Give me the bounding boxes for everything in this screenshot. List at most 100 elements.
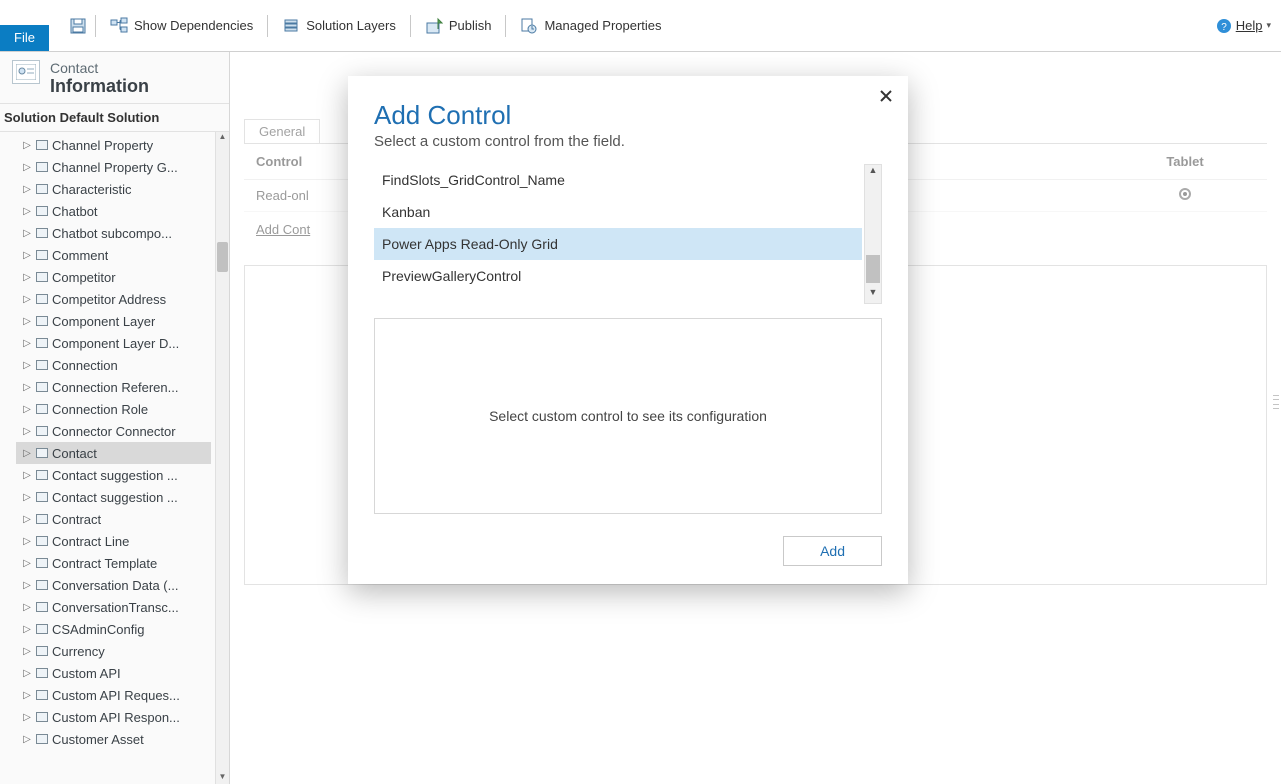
entity-icon [36,580,48,590]
expand-icon[interactable]: ▷ [22,206,32,217]
main-toolbar: File Show Dependencies Solution Layers P… [0,0,1281,52]
list-scroll-thumb[interactable] [866,255,880,283]
expand-icon[interactable]: ▷ [22,558,32,569]
control-list-item[interactable]: PreviewGalleryControl [374,260,862,292]
entity-icon [36,360,48,370]
navigation-panel: Contact Information Solution Default Sol… [0,52,230,784]
expand-icon[interactable]: ▷ [22,426,32,437]
expand-icon[interactable]: ▷ [22,184,32,195]
tree-item[interactable]: ▷Characteristic [16,178,211,200]
close-button[interactable] [874,84,898,108]
control-list-item[interactable]: Power Apps Read-Only Grid [374,228,862,260]
tree-item[interactable]: ▷Conversation Data (... [16,574,211,596]
tree-item[interactable]: ▷Competitor Address [16,288,211,310]
tree-item[interactable]: ▷Contract Template [16,552,211,574]
file-menu-button[interactable]: File [0,25,49,51]
tree-item[interactable]: ▷Chatbot subcompo... [16,222,211,244]
expand-icon[interactable]: ▷ [22,602,32,613]
tree-item-label: Connection [52,358,118,373]
show-dependencies-button[interactable]: Show Dependencies [104,13,259,39]
entity-icon [36,162,48,172]
tree-item[interactable]: ▷Connection Referen... [16,376,211,398]
chevron-down-icon: ▾ [1266,20,1271,31]
tree-item[interactable]: ▷Connection Role [16,398,211,420]
tree-scrollbar[interactable]: ▲ ▼ [215,132,229,784]
tree-item-label: ConversationTransc... [52,600,179,615]
tree-item[interactable]: ▷Channel Property G... [16,156,211,178]
expand-icon[interactable]: ▷ [22,162,32,173]
tree-item[interactable]: ▷Connector Connector [16,420,211,442]
entity-icon [36,404,48,414]
managed-properties-label: Managed Properties [544,18,661,33]
tree-item[interactable]: ▷Competitor [16,266,211,288]
tree-item[interactable]: ▷ Contract [16,508,211,530]
expand-icon[interactable]: ▷ [22,316,32,327]
expand-icon[interactable]: ▷ [22,272,32,283]
control-list-item[interactable]: Kanban [374,196,862,228]
tree-item[interactable]: ▷ Currency [16,640,211,662]
managed-properties-button[interactable]: Managed Properties [514,13,667,39]
list-scroll-up-icon[interactable]: ▲ [865,165,881,181]
expand-icon[interactable]: ▷ [22,470,32,481]
tree-item[interactable]: ▷ ConversationTransc... [16,596,211,618]
tree-item-label: Contract [52,512,101,527]
entity-icon [36,558,48,568]
tree-item[interactable]: ▷CSAdminConfig [16,618,211,640]
expand-icon[interactable]: ▷ [22,624,32,635]
expand-icon[interactable]: ▷ [22,228,32,239]
tree-item-label: Custom API [52,666,121,681]
tree-item[interactable]: ▷ Connection [16,354,211,376]
scroll-down-icon[interactable]: ▼ [216,772,229,784]
tree-item[interactable]: ▷Custom API Reques... [16,684,211,706]
expand-icon[interactable]: ▷ [22,140,32,151]
control-list-item[interactable]: FindSlots_GridControl_Name [374,164,862,196]
tree-item[interactable]: ▷Custom API Respon... [16,706,211,728]
expand-icon[interactable]: ▷ [22,668,32,679]
solution-layers-button[interactable]: Solution Layers [276,13,402,39]
tree-item-label: Currency [52,644,105,659]
tree-item[interactable]: ▷ Channel Property [16,134,211,156]
publish-button[interactable]: Publish [419,13,498,39]
form-name: Information [50,76,149,97]
expand-icon[interactable]: ▷ [22,382,32,393]
expand-icon[interactable]: ▷ [22,580,32,591]
tree-item[interactable]: ▷ Comment [16,244,211,266]
entity-icon [36,470,48,480]
expand-icon[interactable]: ▷ [22,690,32,701]
expand-icon[interactable]: ▷ [22,360,32,371]
tree-item[interactable]: ▷Contract Line [16,530,211,552]
expand-icon[interactable]: ▷ [22,338,32,349]
list-scroll-down-icon[interactable]: ▼ [865,287,881,303]
expand-icon[interactable]: ▷ [22,734,32,745]
tree-item-label: Comment [52,248,108,263]
tree-item-label: Channel Property [52,138,153,153]
tree-item[interactable]: ▷Component Layer [16,310,211,332]
expand-icon[interactable]: ▷ [22,712,32,723]
tree-item[interactable]: ▷Component Layer D... [16,332,211,354]
expand-icon[interactable]: ▷ [22,448,32,459]
scroll-up-icon[interactable]: ▲ [216,132,229,144]
tree-item[interactable]: ▷Contact suggestion ... [16,486,211,508]
expand-icon[interactable]: ▷ [22,646,32,657]
dependencies-icon [110,17,128,35]
expand-icon[interactable]: ▷ [22,514,32,525]
expand-icon[interactable]: ▷ [22,294,32,305]
expand-icon[interactable]: ▷ [22,404,32,415]
save-icon[interactable] [69,17,87,35]
help-label: Help [1236,18,1263,33]
tree-item[interactable]: ▷Customer Asset [16,728,211,750]
expand-icon[interactable]: ▷ [22,250,32,261]
expand-icon[interactable]: ▷ [22,492,32,503]
tree-item[interactable]: ▷ Custom API [16,662,211,684]
list-scrollbar[interactable]: ▲ ▼ [864,164,882,304]
add-button[interactable]: Add [783,536,882,566]
scroll-thumb[interactable] [217,242,228,272]
entity-icon [36,668,48,678]
tree-item[interactable]: ▷Contact [16,442,211,464]
entity-icon [36,514,48,524]
expand-icon[interactable]: ▷ [22,536,32,547]
tree-item[interactable]: ▷Contact suggestion ... [16,464,211,486]
entity-icon [36,272,48,282]
tree-item[interactable]: ▷Chatbot [16,200,211,222]
help-button[interactable]: ? Help ▾ [1216,18,1281,34]
